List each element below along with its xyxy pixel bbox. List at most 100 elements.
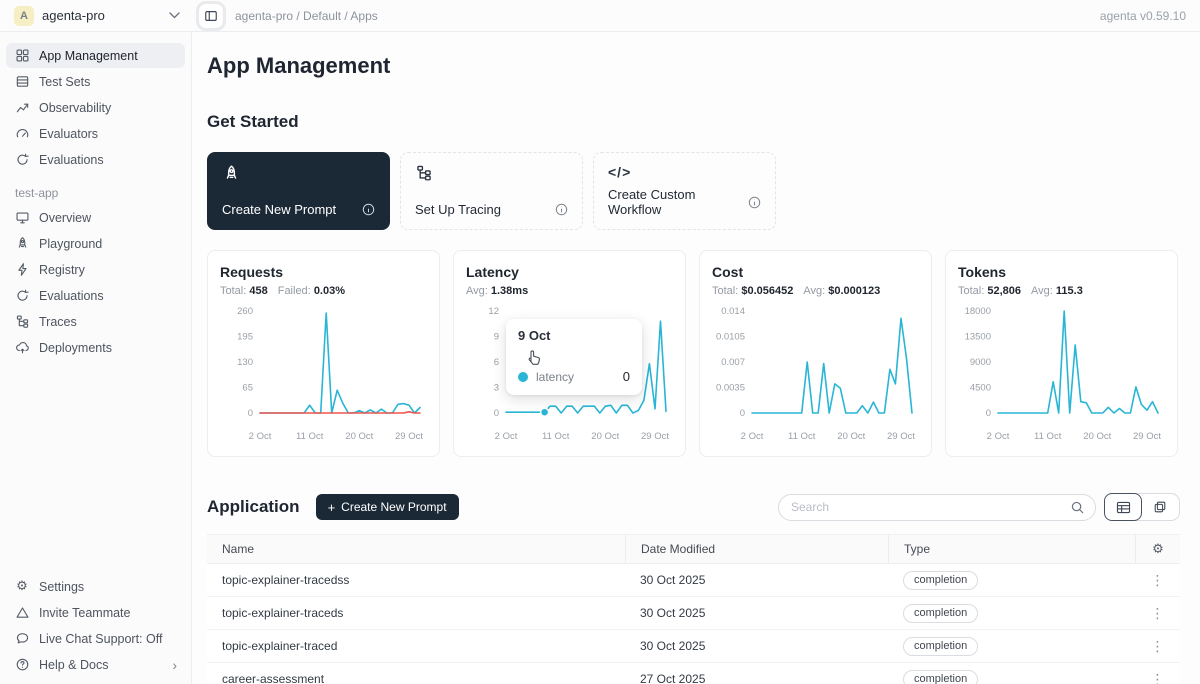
create-custom-workflow-card[interactable]: </> Create Custom Workflow <box>593 152 776 230</box>
workspace-switcher[interactable]: A agenta-pro <box>0 6 192 26</box>
search-box <box>778 494 1096 521</box>
row-menu-kebab-icon[interactable]: ⋮ <box>1151 572 1165 589</box>
sidebar-item-app-evaluations[interactable]: Evaluations <box>6 283 185 308</box>
sidebar-item-label: Settings <box>39 580 84 594</box>
app-date: 30 Oct 2025 <box>625 639 888 653</box>
application-heading: Application <box>207 497 300 517</box>
app-date: 30 Oct 2025 <box>625 606 888 620</box>
main-content: App Management Get Started Create New Pr… <box>192 32 1200 684</box>
sidebar-item-evaluations[interactable]: Evaluations <box>6 147 185 172</box>
sidebar-item-label: Live Chat Support: Off <box>39 632 162 646</box>
workspace-avatar: A <box>14 6 34 26</box>
svg-text:6: 6 <box>494 357 499 368</box>
view-toggle <box>1104 493 1180 521</box>
row-menu-kebab-icon[interactable]: ⋮ <box>1151 605 1165 622</box>
sidebar-item-deployments[interactable]: Deployments <box>6 335 185 360</box>
card-view-icon <box>1153 500 1167 514</box>
app-date: 30 Oct 2025 <box>625 573 888 587</box>
sidebar-item-overview[interactable]: Overview <box>6 205 185 230</box>
cost-chart[interactable]: 00.00350.0070.01050.0142 Oct11 Oct20 Oct… <box>712 303 921 443</box>
svg-text:65: 65 <box>242 383 253 394</box>
requests-chart[interactable]: 0651301952602 Oct11 Oct20 Oct29 Oct <box>220 303 429 443</box>
svg-text:0: 0 <box>740 408 745 419</box>
metrics-cards: Requests Total: 458Failed: 0.03% 0651301… <box>207 250 1180 457</box>
help-circle-icon <box>14 657 30 673</box>
svg-text:9000: 9000 <box>970 357 991 368</box>
sidebar-item-registry[interactable]: Registry <box>6 257 185 282</box>
svg-text:2 Oct: 2 Oct <box>495 431 518 442</box>
app-name: topic-explainer-tracedss <box>207 573 625 587</box>
table-row[interactable]: career-assessment 27 Oct 2025 completion… <box>207 663 1180 684</box>
chevron-down-icon <box>169 12 180 19</box>
table-settings-gear-icon[interactable]: ⚙ <box>1152 542 1164 557</box>
type-badge: completion <box>903 604 978 623</box>
chat-bubble-icon <box>14 631 30 647</box>
sidebar-item-app-management[interactable]: App Management <box>6 43 185 68</box>
chart-line-icon <box>14 100 30 116</box>
sidebar-item-live-chat[interactable]: Live Chat Support: Off <box>6 626 185 651</box>
table-row[interactable]: topic-explainer-tracedss 30 Oct 2025 com… <box>207 564 1180 597</box>
row-menu-kebab-icon[interactable]: ⋮ <box>1151 638 1165 655</box>
tokens-chart[interactable]: 04500900013500180002 Oct11 Oct20 Oct29 O… <box>958 303 1167 443</box>
sidebar-item-playground[interactable]: Playground <box>6 231 185 256</box>
svg-text:3: 3 <box>494 383 499 394</box>
app-name: topic-explainer-traceds <box>207 606 625 620</box>
monitor-icon <box>14 210 30 226</box>
sidebar-item-label: Invite Teammate <box>39 606 130 620</box>
card-label: Create Custom Workflow <box>608 187 740 217</box>
chart-title: Tokens <box>958 264 1165 280</box>
sidebar-item-help-docs[interactable]: Help & Docs › <box>6 652 185 677</box>
svg-text:29 Oct: 29 Oct <box>887 431 915 442</box>
card-label: Set Up Tracing <box>415 202 501 217</box>
svg-text:0.0035: 0.0035 <box>716 383 745 394</box>
row-menu-kebab-icon[interactable]: ⋮ <box>1151 671 1165 684</box>
info-icon[interactable] <box>362 203 375 216</box>
sidebar-item-label: Deployments <box>39 341 112 355</box>
table-row[interactable]: topic-explainer-traceds 30 Oct 2025 comp… <box>207 597 1180 630</box>
svg-text:0: 0 <box>248 408 253 419</box>
svg-text:29 Oct: 29 Oct <box>1133 431 1161 442</box>
chart-stats: Avg: 1.38ms <box>466 285 673 297</box>
cloud-upload-icon <box>14 340 30 356</box>
search-input[interactable] <box>791 500 1070 514</box>
sidebar-item-traces[interactable]: Traces <box>6 309 185 334</box>
chart-tooltip: 9 Oct latency 0 <box>506 319 642 395</box>
chart-title: Cost <box>712 264 919 280</box>
sidebar-item-test-sets[interactable]: Test Sets <box>6 69 185 94</box>
table-row[interactable]: topic-explainer-traced 30 Oct 2025 compl… <box>207 630 1180 663</box>
sidebar-collapse-button[interactable] <box>199 4 223 28</box>
gear-icon: ⚙ <box>14 579 30 595</box>
svg-text:29 Oct: 29 Oct <box>641 431 669 442</box>
column-header-type[interactable]: Type <box>888 535 1135 563</box>
set-up-tracing-card[interactable]: Set Up Tracing <box>400 152 583 230</box>
svg-text:29 Oct: 29 Oct <box>395 431 423 442</box>
sidebar-item-label: Evaluations <box>39 153 104 167</box>
create-new-prompt-card[interactable]: Create New Prompt <box>207 152 390 230</box>
chart-stats: Total: 458Failed: 0.03% <box>220 285 427 297</box>
column-header-date-modified[interactable]: Date Modified <box>625 535 888 563</box>
sidebar-item-evaluators[interactable]: Evaluators <box>6 121 185 146</box>
sidebar-item-label: Evaluators <box>39 127 98 141</box>
search-icon[interactable] <box>1070 500 1085 515</box>
card-view-button[interactable] <box>1141 493 1179 521</box>
sidebar-item-observability[interactable]: Observability <box>6 95 185 120</box>
svg-text:13500: 13500 <box>965 332 991 343</box>
sidebar-item-label: Playground <box>39 237 102 251</box>
info-icon[interactable] <box>748 196 761 209</box>
info-icon[interactable] <box>555 203 568 216</box>
grid-icon <box>14 48 30 64</box>
create-new-prompt-button[interactable]: + Create New Prompt <box>316 494 459 520</box>
lightning-icon <box>14 262 30 278</box>
svg-text:2 Oct: 2 Oct <box>741 431 764 442</box>
breadcrumb[interactable]: agenta-pro / Default / Apps <box>235 9 378 23</box>
svg-text:11 Oct: 11 Oct <box>788 431 816 442</box>
column-header-name[interactable]: Name <box>207 542 625 556</box>
app-name: topic-explainer-traced <box>207 639 625 653</box>
table-view-button[interactable] <box>1104 493 1142 521</box>
version-label: agenta v0.59.10 <box>1100 9 1186 23</box>
sidebar-item-invite-teammate[interactable]: Invite Teammate <box>6 600 185 625</box>
app-name: career-assessment <box>207 672 625 684</box>
svg-text:2 Oct: 2 Oct <box>987 431 1010 442</box>
svg-text:130: 130 <box>237 357 253 368</box>
sidebar-item-settings[interactable]: ⚙ Settings <box>6 574 185 599</box>
